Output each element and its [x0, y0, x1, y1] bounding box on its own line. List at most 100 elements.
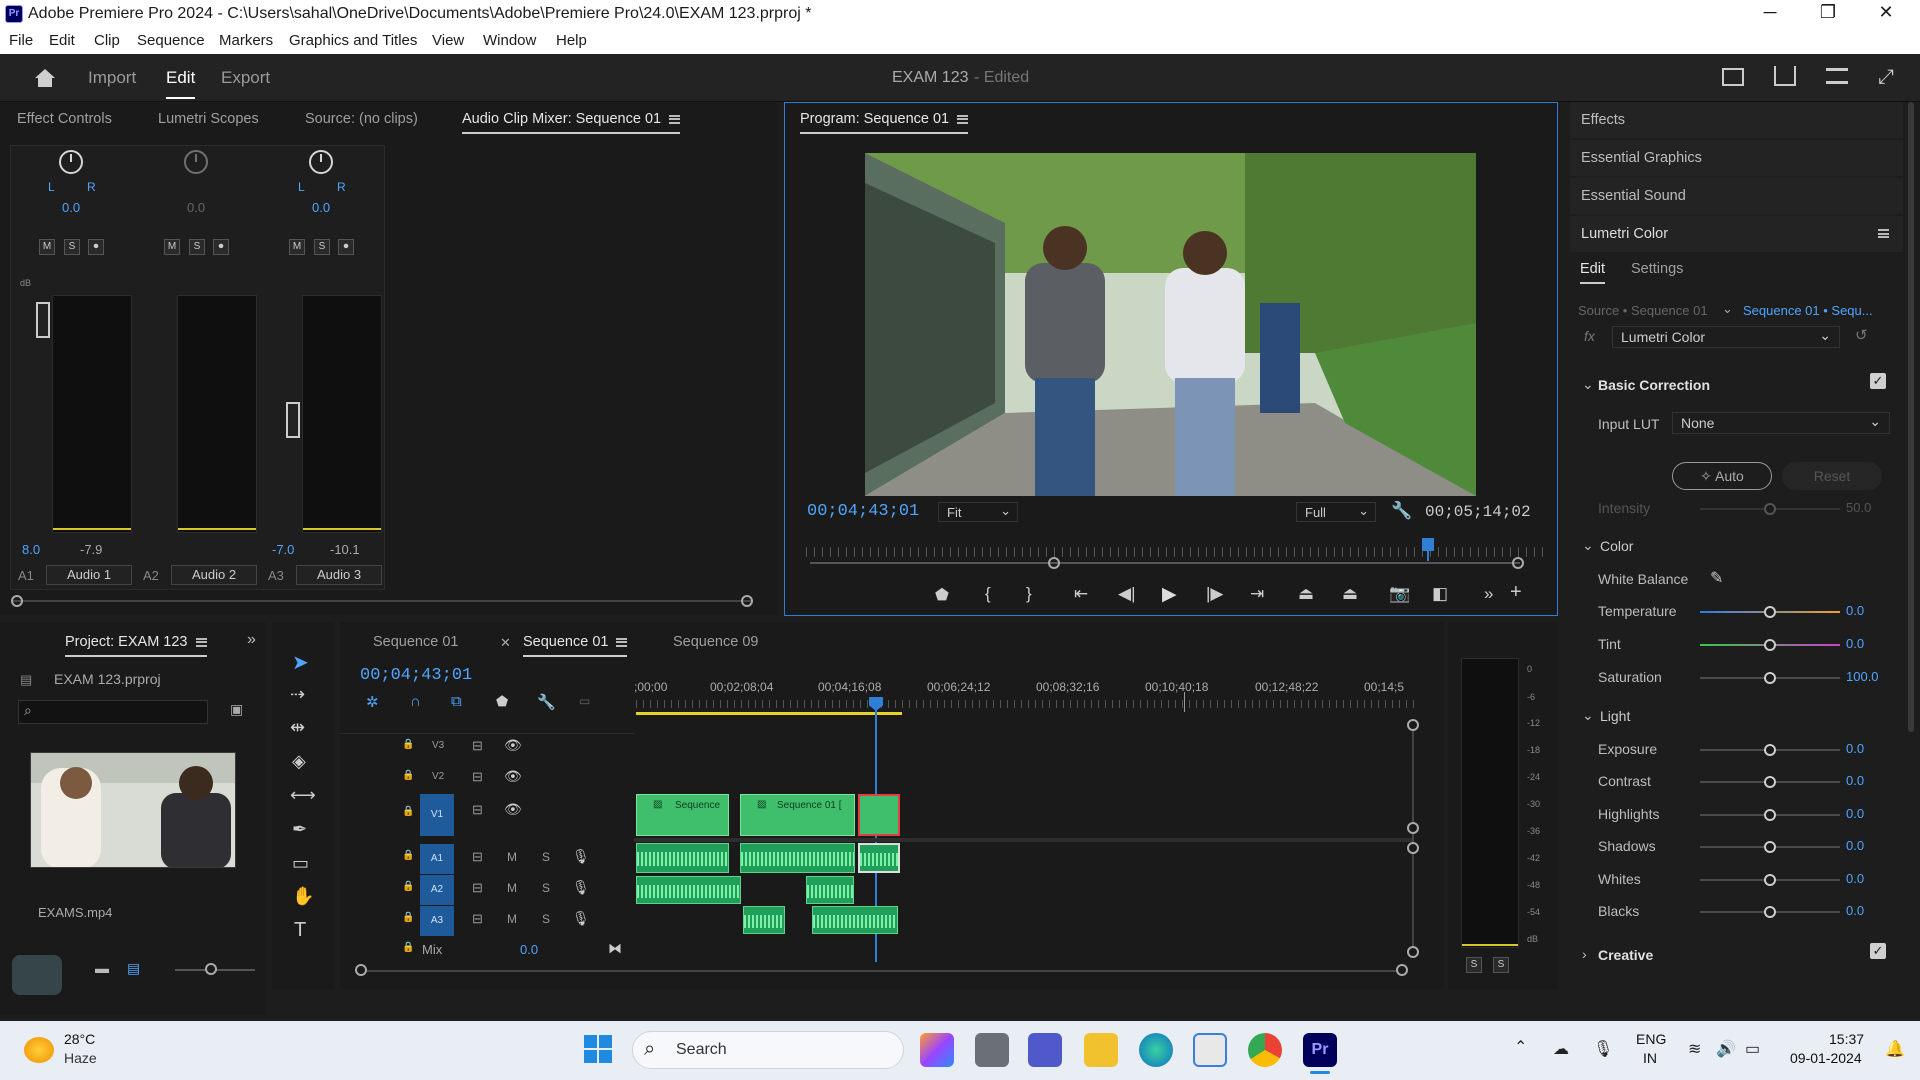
sync-lock-icon[interactable]: ⊟: [472, 738, 483, 754]
microphone-icon[interactable]: 🎙: [572, 910, 590, 927]
edge-icon[interactable]: [1139, 1033, 1173, 1067]
creative-header[interactable]: Creative: [1598, 947, 1653, 963]
hand-tool-icon[interactable]: ✋: [292, 886, 314, 907]
video-clip[interactable]: ▨ Sequence: [636, 794, 729, 836]
whites-slider[interactable]: [1700, 874, 1840, 886]
ripple-edit-icon[interactable]: ⇹: [290, 717, 305, 738]
pan-knob[interactable]: [59, 150, 83, 174]
lock-icon[interactable]: 🔒: [402, 739, 414, 750]
slider-handle[interactable]: [1764, 874, 1776, 886]
scroll-handle[interactable]: [1407, 822, 1419, 834]
creative-checkbox[interactable]: ✓: [1870, 943, 1886, 959]
play-icon[interactable]: ▶: [1162, 583, 1177, 606]
step-back-icon[interactable]: ◀|: [1118, 584, 1136, 604]
premiere-taskbar-icon[interactable]: Pr: [1303, 1033, 1337, 1067]
lock-icon[interactable]: 🔒: [402, 881, 414, 892]
tab-sequence-01-inactive[interactable]: Sequence 01: [373, 634, 458, 650]
record-button[interactable]: ⏺: [88, 239, 104, 255]
audio-clip-selected[interactable]: [858, 843, 900, 873]
auto-button[interactable]: ✧ Auto: [1672, 462, 1772, 490]
shadows-slider[interactable]: [1700, 841, 1840, 853]
program-zoom-bar[interactable]: [810, 562, 1520, 564]
menu-graphics-titles[interactable]: Graphics and Titles: [289, 32, 417, 49]
nest-icon[interactable]: ✲: [366, 693, 379, 711]
record-button[interactable]: ⏺: [213, 239, 229, 255]
snap-icon[interactable]: ∩: [410, 693, 421, 710]
add-button-icon[interactable]: +: [1510, 581, 1522, 604]
lock-icon[interactable]: 🔒: [402, 806, 414, 817]
essential-graphics-tab[interactable]: Essential Graphics: [1570, 140, 1903, 176]
comparison-view-icon[interactable]: ◧: [1432, 584, 1448, 604]
effect-select[interactable]: Lumetri Color ⌄: [1612, 326, 1840, 348]
menu-sequence[interactable]: Sequence: [137, 32, 205, 49]
panel-menu-icon[interactable]: [669, 114, 681, 124]
scroll-handle[interactable]: [1407, 842, 1419, 854]
exposure-value[interactable]: 0.0: [1846, 741, 1864, 756]
mix-value[interactable]: 0.0: [520, 942, 538, 957]
track-target-v1[interactable]: V1: [420, 794, 454, 836]
menu-file[interactable]: File: [9, 32, 33, 49]
scroll-handle[interactable]: [1407, 719, 1419, 731]
mute-button[interactable]: M: [164, 239, 180, 255]
audio-clip[interactable]: [806, 876, 854, 904]
panel-menu-icon[interactable]: [1878, 229, 1889, 238]
camera-icon[interactable]: 📷: [1389, 584, 1410, 604]
microphone-icon[interactable]: 🎙: [572, 848, 590, 865]
marker-icon[interactable]: ⬟: [935, 585, 949, 605]
chevron-down-icon[interactable]: ⌄: [1582, 537, 1594, 554]
razor-tool-icon[interactable]: ◈: [292, 751, 306, 772]
project-search-input[interactable]: [18, 700, 208, 724]
mark-in-icon[interactable]: {: [985, 584, 991, 604]
scroll-handle[interactable]: [11, 595, 23, 607]
chevron-down-icon[interactable]: ⌄: [1722, 301, 1733, 317]
pan-knob[interactable]: [309, 150, 333, 174]
wrench-icon[interactable]: 🔧: [1391, 501, 1412, 521]
captions-icon[interactable]: ▭: [579, 694, 590, 708]
go-to-in-icon[interactable]: ⇤: [1074, 584, 1088, 604]
audio-clip[interactable]: [740, 843, 855, 873]
pen-tool-icon[interactable]: ✒: [292, 819, 307, 840]
slider-handle[interactable]: [1764, 503, 1776, 515]
source-selector[interactable]: Source • Sequence 01: [1578, 303, 1708, 318]
contrast-slider[interactable]: [1700, 776, 1840, 788]
quick-export-icon[interactable]: [1826, 68, 1848, 84]
add-marker-icon[interactable]: ⬟: [496, 693, 508, 710]
tint-value[interactable]: 0.0: [1846, 636, 1864, 651]
reset-effect-icon[interactable]: ↺: [1855, 326, 1868, 344]
reset-button[interactable]: Reset: [1782, 462, 1882, 490]
audio-clip[interactable]: [743, 906, 785, 934]
tab-export[interactable]: Export: [221, 68, 270, 88]
battery-icon[interactable]: ▭: [1745, 1039, 1760, 1059]
panel-menu-icon[interactable]: [957, 114, 969, 124]
solo-right-button[interactable]: S: [1493, 957, 1509, 973]
menu-clip[interactable]: Clip: [94, 32, 120, 49]
timeline-timecode[interactable]: 00;04;43;01: [360, 666, 472, 685]
home-icon[interactable]: [33, 67, 57, 89]
weather-temp[interactable]: 28°C: [64, 1031, 95, 1047]
lock-icon[interactable]: 🔒: [402, 850, 414, 861]
timeline-horizontal-scrollbar[interactable]: [360, 970, 1400, 972]
track-target-a3[interactable]: A3: [420, 906, 454, 936]
temperature-slider[interactable]: [1700, 606, 1840, 618]
store-icon[interactable]: [1193, 1033, 1227, 1067]
volume-fader[interactable]: [286, 402, 300, 438]
chevron-down-icon[interactable]: ⌄: [1582, 376, 1594, 393]
new-bin-icon[interactable]: ▣: [230, 701, 243, 718]
slider-handle[interactable]: [205, 963, 217, 975]
teams-icon[interactable]: [1028, 1033, 1062, 1067]
list-view-icon[interactable]: [12, 955, 62, 995]
extract-icon[interactable]: ⏏: [1342, 584, 1358, 604]
slider-handle[interactable]: [1764, 639, 1776, 651]
menu-edit[interactable]: Edit: [49, 32, 75, 49]
highlights-slider[interactable]: [1700, 809, 1840, 821]
sync-lock-icon[interactable]: ⊟: [472, 911, 483, 927]
saturation-value[interactable]: 100.0: [1846, 669, 1879, 684]
chrome-icon[interactable]: [1248, 1033, 1282, 1067]
essential-sound-tab[interactable]: Essential Sound: [1570, 178, 1903, 214]
panel-menu-icon[interactable]: [616, 637, 628, 647]
volume-icon[interactable]: 🔊: [1716, 1039, 1736, 1059]
lock-icon[interactable]: 🔒: [402, 770, 414, 781]
slip-tool-icon[interactable]: ⟷: [290, 785, 316, 806]
tab-project[interactable]: Project: EXAM 123: [65, 634, 207, 657]
mute-track-button[interactable]: M: [507, 881, 517, 895]
